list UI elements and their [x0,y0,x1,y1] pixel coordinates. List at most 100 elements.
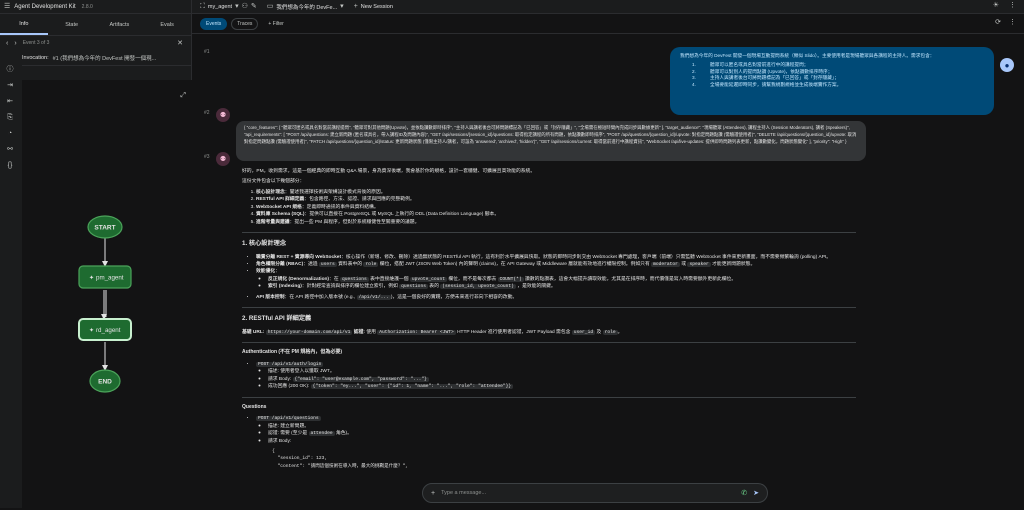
graph-node-end[interactable]: END [89,369,121,393]
app-version: 2.8.0 [81,3,93,10]
list-item: 反正規化 (Denormalization)：在 questions 表中直接維… [268,276,856,283]
filter-button[interactable]: + Filter [268,21,283,27]
event-number: #2 [204,110,210,116]
plus-icon: + [353,3,358,10]
subsection-heading: Authentication (不在 PM 規格內，但為必要) [242,349,342,356]
graph-node-end-label: END [98,379,112,386]
list-item: 資料庫 Schema (SQL)：提供可以直接在 PostgreSQL 或 My… [256,211,856,218]
person-icon: ● [1004,60,1010,70]
list-item: 效能優化： 反正規化 (Denormalization)：在 questions… [256,268,856,290]
code-icon[interactable]: {} [8,162,13,169]
toc-list: 核心設計理念：闡述我選擇技術與架構設計模式背後的原因。 RESTful API … [242,189,856,226]
side-icon-strip: ⓘ ⇥ ⇤ ⎘ ◔ ⚯ {} [0,64,20,169]
request-icon[interactable]: ⇤ [7,98,13,105]
new-session-button[interactable]: + New Session [354,3,393,10]
list-item: 1. 聽眾可以匿名或具名對當前進行中的講程提問； [692,61,809,67]
graph-node-pm-agent-label: pm_agent [96,275,124,282]
graph-node-start-label: START [94,225,115,232]
send-icon[interactable]: ➤ [753,490,759,497]
list-item: 請求 Body: [268,438,856,445]
agent-icon: ⛶ [200,3,205,10]
section-heading: 1. 核心設計理念 [242,239,287,247]
tab-events[interactable]: Events [200,17,228,30]
top-actions: ☀ ⋮ [993,2,1016,9]
invocation-row: Invocation: #1 (我們想為今年的 DevFest 開發一個現... [22,50,191,66]
response-icon[interactable]: ⎘ [7,114,13,121]
tab-state[interactable]: State [48,14,96,35]
list-item: 進階考量與建議：提出一些 PM 與程序，但對於系統穩健性至關重要的議題。 [256,219,856,226]
phone-icon[interactable]: ✆ [741,490,747,497]
list-item: 描述: 使用者登入以獲取 JWT。 [268,368,856,375]
model-response[interactable]: 好的，PM。收到需求，這是一個經典的即時互動 Q&A 場景，身為資深後端，我會基… [236,164,860,494]
session-selector-value: 我們想為今年的 DevFe... [276,4,338,11]
agent-selector-value: my_agent [207,3,233,10]
list-item: 角色權限分離 (RBAC)：透過 users 資料表中的 role 欄位，搭配 … [256,261,856,268]
event-counter: Event 3 of 3 [22,40,50,46]
response-intro: 好的，PM。收到需求，這是一個經典的即時互動 Q&A 場景，身為資深後端，我會基… [242,169,536,174]
chevron-down-icon: ▾ [235,3,239,10]
filter-label: Filter [272,20,284,27]
tab-artifacts[interactable]: Artifacts [96,14,144,35]
graph-node-rd-agent[interactable]: ✦ rd_agent [78,318,132,341]
invocation-label: Invocation: [22,54,49,61]
list-item: 職責分離 REST + 資源導向 WebSocket：核心操作（新增、修改、刪除… [256,254,856,261]
tab-traces[interactable]: Traces [231,17,259,30]
divider [242,231,856,233]
chevron-left-icon[interactable]: ‹ [6,40,8,47]
message-input-bar: + ✆ ➤ [422,483,768,503]
function-call-bubble[interactable]: { "core_features": [ "聽眾可匿名或具名對當前講程提問", … [236,121,866,161]
more-icon[interactable]: ⋮ [1009,2,1016,9]
graph-icon[interactable]: ⚇ [242,3,248,10]
close-icon[interactable]: ✕ [177,40,183,47]
link-icon[interactable]: ⚯ [7,146,13,153]
expand-icon[interactable]: ⤢ [180,92,186,99]
main-actions: ⟳ ⋮ [995,19,1016,26]
left-panel: Info State Artifacts Evals ‹ › Event 3 o… [0,14,192,508]
list-item: 認證: 需要 (至少是 attendee 角色)。 [268,430,856,437]
graph-node-pm-agent[interactable]: ✦ pm_agent [78,265,132,289]
edit-icon[interactable]: ✎ [251,3,257,10]
divider [242,396,856,398]
list-item: RESTful API 詳細定義：包含路徑、方法、認證、請求與回應的完整範例。 [256,196,856,203]
event-navigator: ‹ › Event 3 of 3 ✕ [0,36,191,50]
agent-selector[interactable]: ⛶ my_agent ▾ ⚇ ✎ [200,3,257,10]
response-intro-2: 這份文件包含以下幾個部分： [242,179,305,185]
bot-avatar: ⚉ [216,108,230,122]
top-bar: ☰ Agent Development Kit 2.8.0 ⛶ my_agent… [0,0,1024,14]
event-number: #1 [204,49,210,55]
invocation-value[interactable]: #1 (我們想為今年的 DevFest 開發一個現... [53,54,157,62]
main-toolbar: Events Traces + Filter ⟳ ⋮ [192,14,1024,34]
code-block: { "session_id": 123, "content": "請問這個技術在… [272,449,408,469]
refresh-icon[interactable]: ⟳ [995,19,1001,26]
main-panel: Events Traces + Filter ⟳ ⋮ #1 我們想為今年的 De… [192,14,1024,508]
graph-view-icon[interactable]: ◔ [8,130,12,137]
robot-icon: ⚉ [219,156,227,163]
message-input[interactable] [441,490,736,496]
bot-avatar: ⚉ [216,152,230,166]
auth-list: POST /api/v1/auth/login 描述: 使用者登入以獲取 JWT… [242,361,856,391]
list-item: WebSocket API 規格：定義即時通訊的事件與資料結構。 [256,204,856,211]
session-selector[interactable]: ▭ 我們想為今年的 DevFe... ▾ [267,3,344,11]
tab-info[interactable]: Info [0,14,48,35]
questions-list: POST /api/v1/questions 描述: 建立新問題。 認證: 需要… [242,415,856,445]
graph-node-start[interactable]: START [87,215,123,239]
more-icon[interactable]: ⋮ [1009,19,1016,26]
attach-icon[interactable]: + [431,490,435,497]
agent-graph-svg: START ✦ pm_agent ✦ rd_agent END [78,215,132,393]
user-message-bubble[interactable]: 我們想為今年的 DevFest 開發一個現場互動提問系統（類似 Slido）。主… [670,47,994,115]
list-item: 4. 全場要能延遲即時同步，請幫我規劃規格並生成後端實作方案。 [692,82,842,88]
list-item: 索引 (Indexing)：針對經常查詢與排序的欄位建立索引，例如 questi… [268,283,856,290]
tab-evals[interactable]: Evals [143,14,191,35]
info-icon[interactable]: ⓘ [7,66,14,73]
new-session-label: New Session [360,3,393,10]
menu-icon[interactable]: ☰ [4,3,10,10]
event-icon[interactable]: ⇥ [7,82,13,89]
list-item: 核心設計理念：闡述我選擇技術與架構設計模式背後的原因。 [256,189,856,196]
chevron-right-icon[interactable]: › [14,40,16,47]
event-number: #3 [204,154,210,160]
user-message-lead: 我們想為今年的 DevFest 開發一個現場互動提問系統（類似 Slido）。主… [680,53,935,58]
list-item: POST /api/v1/auth/login 描述: 使用者登入以獲取 JWT… [256,361,856,391]
divider [242,307,856,309]
theme-toggle-icon[interactable]: ☀ [993,2,999,9]
app-header: ☰ Agent Development Kit 2.8.0 [0,0,192,14]
